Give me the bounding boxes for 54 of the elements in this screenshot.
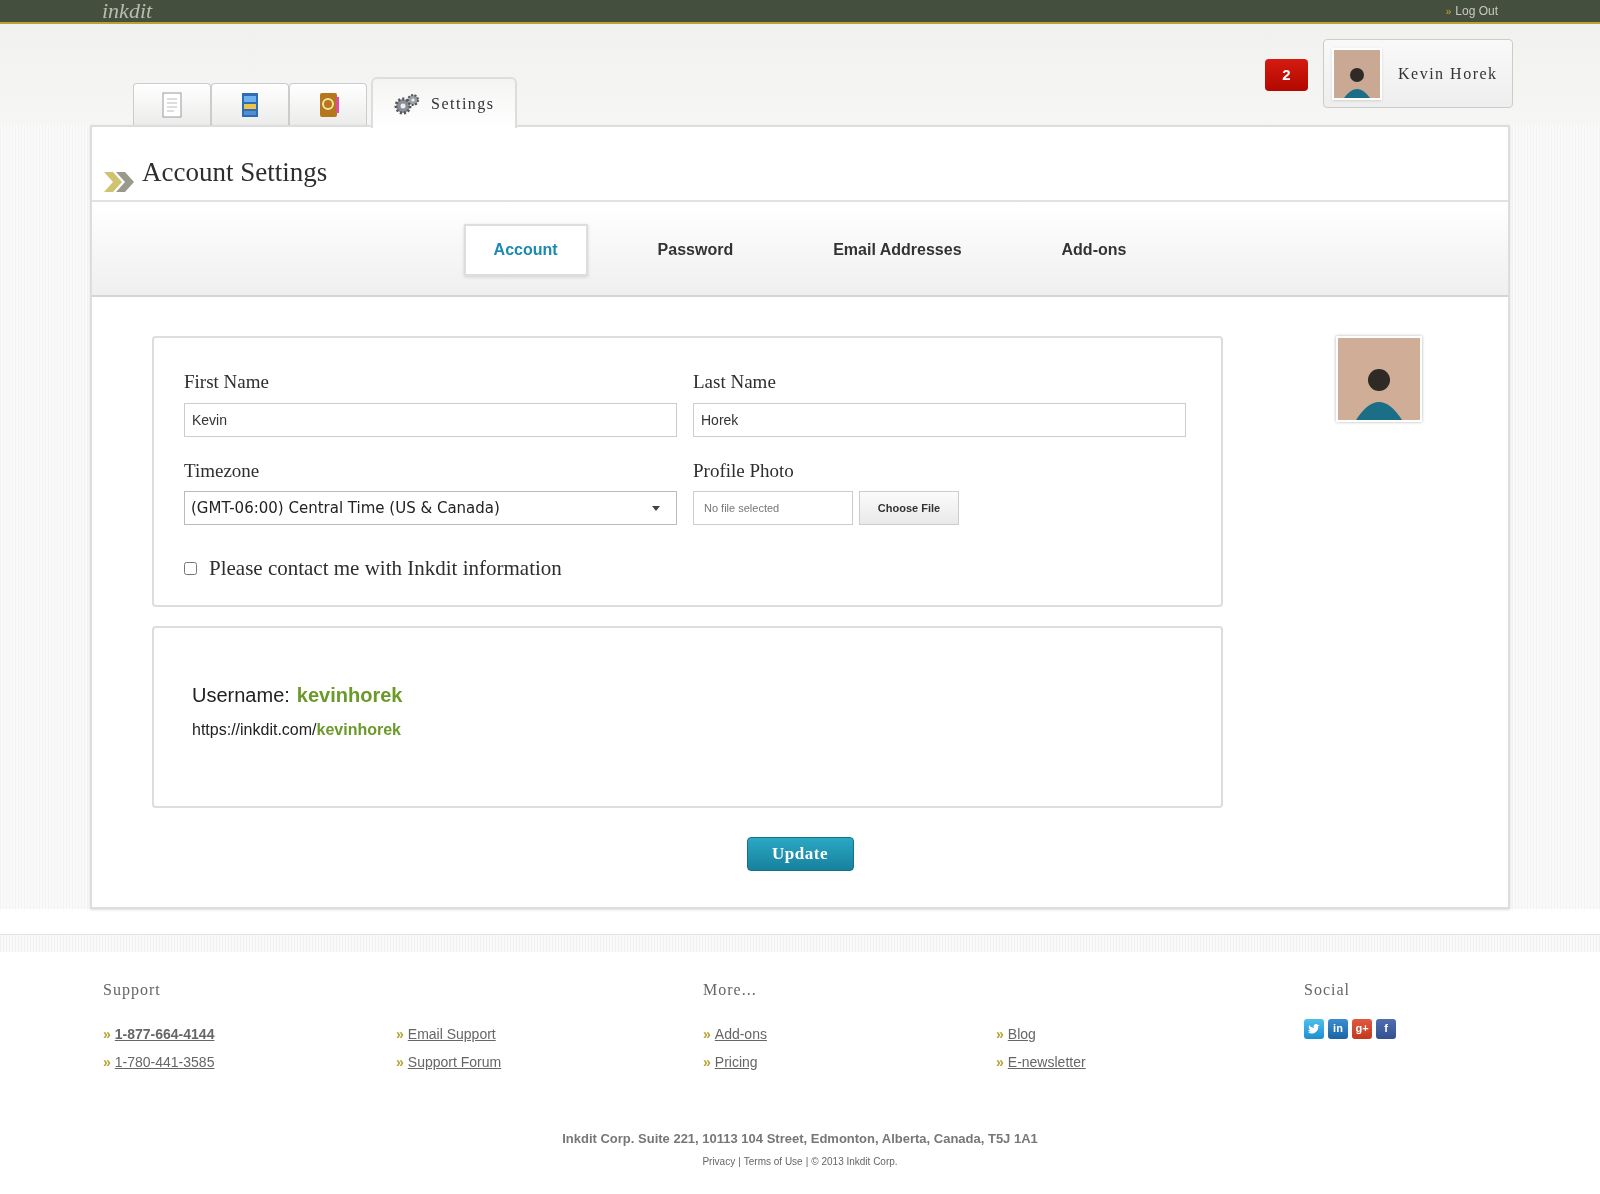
gears-icon	[393, 91, 419, 116]
double-chevron-icon	[104, 172, 134, 192]
footer-heading: More...	[703, 979, 758, 1000]
bird-icon[interactable]	[1304, 1018, 1324, 1039]
footer-link[interactable]: Privacy	[702, 1154, 736, 1169]
field-label: Timezone	[184, 458, 261, 483]
first-name-field[interactable]: Kevin	[184, 402, 677, 437]
main-tab[interactable]	[289, 83, 367, 125]
copyright-text: © 2013 Inkdit Corp.	[811, 1155, 898, 1169]
sub-tab[interactable]: Password	[627, 223, 764, 276]
username-label: Username:	[192, 682, 290, 708]
footer-link[interactable]: » Pricing	[703, 1051, 758, 1073]
timezone-select[interactable]: (GMT-06:00) Central Time (US & Canada)	[184, 491, 677, 525]
sub-tab[interactable]: Add-ons	[1031, 223, 1157, 276]
field-label: Profile Photo	[693, 458, 795, 483]
footer-heading: Social	[1304, 979, 1351, 1000]
user-name: Kevin Horek	[1398, 63, 1498, 84]
footer-link[interactable]: » Add-ons	[703, 1023, 767, 1045]
profile-url: https://inkdit.com/kevinhorek	[192, 719, 401, 740]
footer-heading: Support	[103, 979, 162, 1001]
notification-badge[interactable]: 2	[1265, 59, 1308, 91]
footer-link[interactable]: » E-newsletter	[996, 1051, 1086, 1073]
footer-link[interactable]: Terms of Use	[743, 1154, 803, 1169]
footer-link[interactable]: » Blog	[996, 1023, 1036, 1045]
user-card[interactable]: Kevin Horek	[1323, 39, 1513, 108]
separator: |	[805, 1155, 809, 1169]
sub-tab[interactable]: Email Addresses	[803, 223, 992, 276]
main-tab[interactable]: Settings	[371, 77, 517, 128]
main-tab[interactable]	[211, 83, 289, 125]
field-label: Last Name	[693, 370, 777, 394]
field-label: First Name	[184, 370, 270, 394]
logo[interactable]: inkdit	[102, 0, 153, 22]
caret-icon	[652, 505, 660, 511]
last-name-field[interactable]: Horek	[693, 402, 1186, 437]
file-name-field[interactable]: No file selected	[693, 491, 853, 525]
sub-tab[interactable]: Account	[463, 223, 588, 276]
facebook-icon[interactable]: f	[1376, 1018, 1396, 1039]
footer-link[interactable]: » Support Forum	[396, 1051, 502, 1073]
footer-link[interactable]: » 1-877-664-4144	[103, 1023, 215, 1045]
google-plus-icon[interactable]: g+	[1352, 1018, 1372, 1039]
footer-link[interactable]: » Email Support	[396, 1023, 496, 1045]
username-value: kevinhorek	[296, 682, 403, 708]
bird-shape	[1307, 1022, 1321, 1035]
document-icon	[159, 90, 185, 119]
checkbox-label: Please contact me with Inkdit information	[209, 555, 562, 582]
linkedin-icon[interactable]: in	[1328, 1018, 1348, 1039]
checkbox[interactable]	[184, 562, 197, 576]
page-title: Account Settings	[142, 155, 328, 189]
footer-link[interactable]: » 1-780-441-3585	[103, 1051, 215, 1073]
separator: |	[738, 1155, 741, 1169]
logout-link[interactable]: » Log Out	[1445, 2, 1498, 20]
footer-address: Inkdit Corp. Suite 221, 10113 104 Street, Edmonton, Alberta, Canada, T5J 1A1	[562, 1129, 1038, 1148]
choose-file-button[interactable]: Choose File	[859, 491, 959, 525]
update-button[interactable]: Update	[746, 836, 854, 871]
